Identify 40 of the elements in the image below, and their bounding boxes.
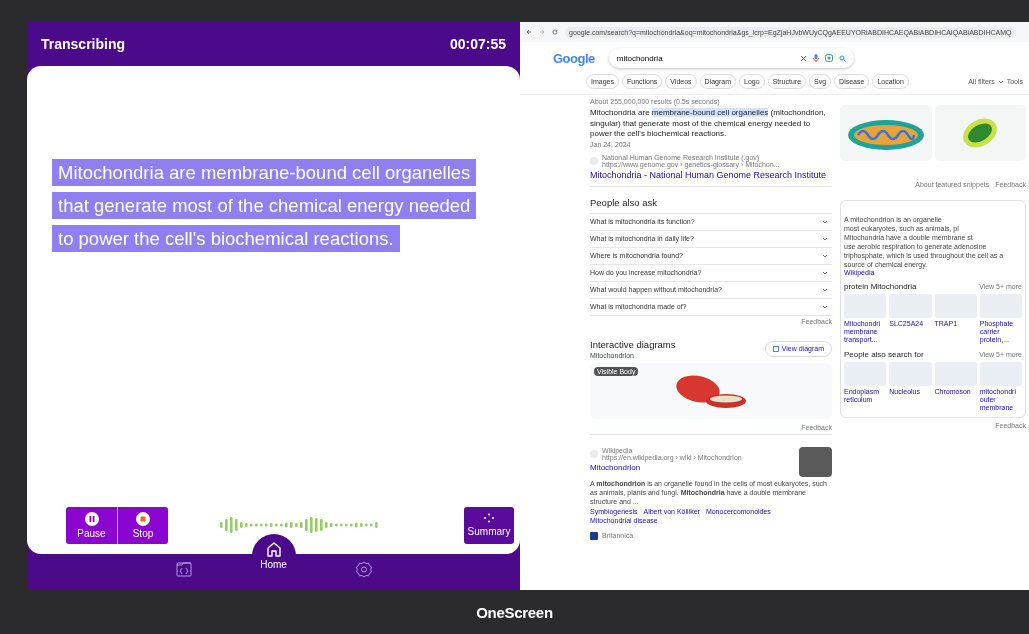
photo-placeholder: [799, 446, 832, 477]
section-title: People also search for: [844, 350, 924, 359]
forward-icon[interactable]: [539, 29, 545, 35]
home-icon: [264, 540, 283, 558]
sparkle-icon: [483, 513, 495, 523]
caret-icon: [997, 79, 1004, 84]
diagram-image[interactable]: [840, 105, 932, 161]
chevron-icon: [822, 253, 828, 258]
google-logo[interactable]: Google: [553, 50, 595, 66]
chevron-icon: [822, 219, 828, 224]
snippet-text: Mitochondria are membrane-bound cell organelles (mitochondrion, singular) that generate most of the chemical energy needed to power the cell's biochemical reactions.: [590, 108, 827, 140]
site-icon: [590, 531, 598, 540]
section-title: Interactive diagrams: [590, 338, 676, 350]
pause-button[interactable]: Pause: [66, 506, 117, 544]
search-icon[interactable]: [838, 54, 846, 62]
stop-icon: [136, 511, 150, 526]
pause-icon: [84, 511, 99, 526]
brand-logo: OneScreen: [476, 603, 553, 621]
section-title: protein Mitochondria: [844, 282, 917, 291]
result-link[interactable]: Mitochondrion: [590, 462, 742, 472]
back-icon[interactable]: [526, 29, 532, 35]
transcript-text: Mitochondria are membrane-bound cell organelles that generate most of the chemical energy needed to power the cell's biochemical reactions.: [52, 156, 512, 255]
camera-icon[interactable]: [824, 54, 833, 62]
close-icon[interactable]: [799, 54, 807, 62]
microphone-icon[interactable]: [812, 54, 819, 62]
diagram-image[interactable]: [934, 105, 1026, 161]
chevron-icon: [822, 236, 828, 241]
reload-icon[interactable]: [552, 29, 558, 35]
summary-button[interactable]: Summary: [464, 506, 514, 544]
stop-button[interactable]: Stop: [117, 506, 168, 544]
chevron-icon: [822, 287, 828, 292]
status-title: Transcribing: [41, 36, 126, 52]
section-title: People also ask: [590, 196, 659, 208]
settings-icon: [354, 560, 373, 578]
diagram-icon: [772, 345, 779, 352]
library-icon: [174, 560, 193, 578]
timer: 00:07:55: [449, 36, 506, 52]
result-link[interactable]: Mitochondria - National Human Genome Research Institute: [590, 169, 832, 180]
chevron-icon: [822, 304, 828, 309]
chevron-icon: [822, 270, 828, 275]
